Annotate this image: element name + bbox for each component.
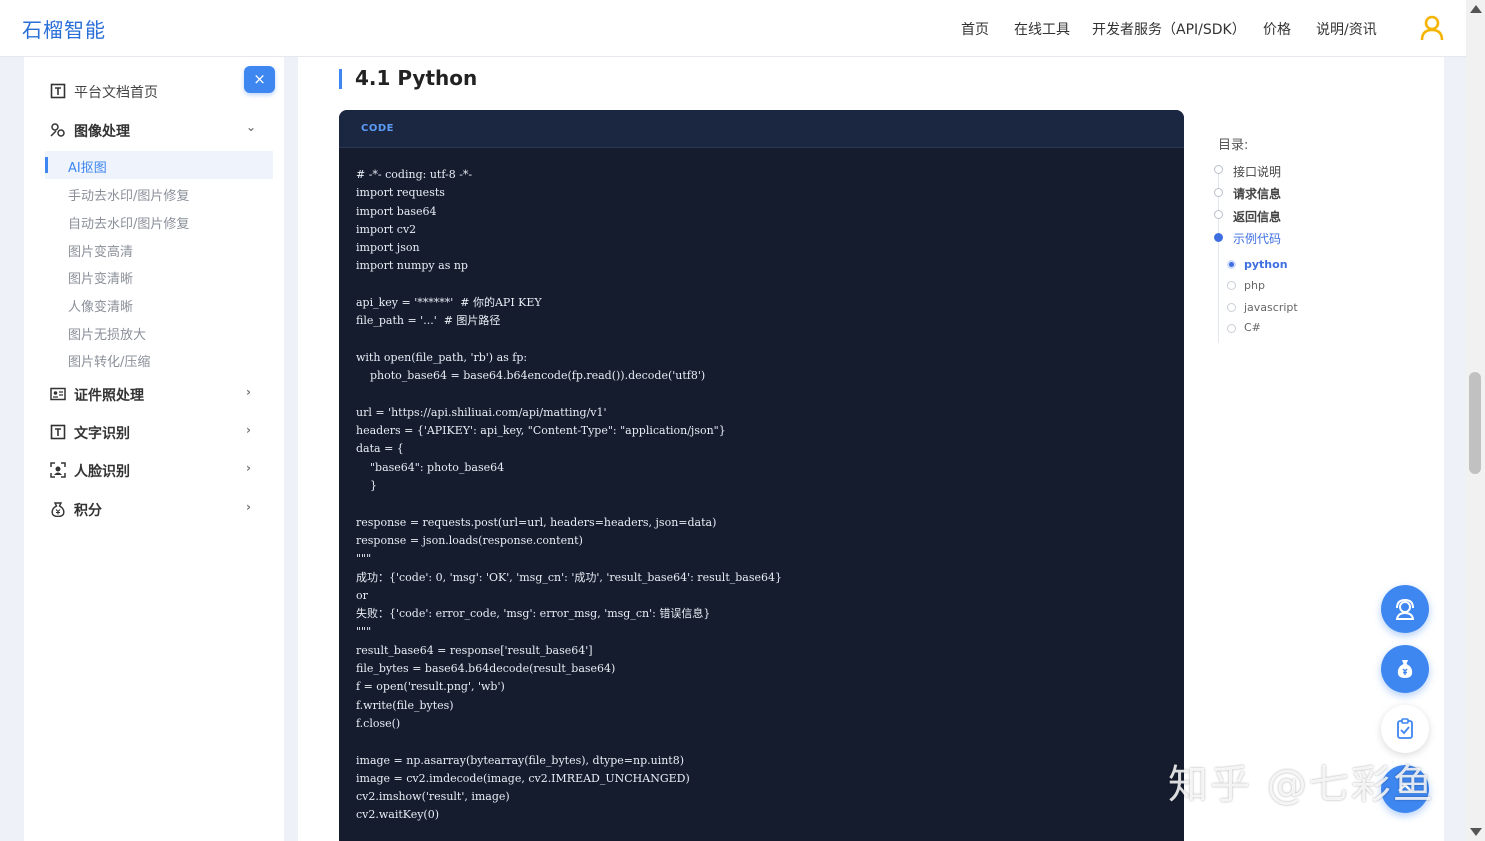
nav-developer-services[interactable]: 开发者服务（API/SDK）	[1092, 19, 1246, 39]
toc-sub-csharp[interactable]: C#	[1244, 321, 1261, 334]
section-title: 4.1 Python	[355, 66, 478, 90]
toc-title: 目录:	[1218, 138, 1249, 153]
user-icon[interactable]	[1420, 15, 1444, 41]
nav-docs-news[interactable]: 说明/资讯	[1316, 19, 1377, 39]
toc-sub-python[interactable]: python	[1244, 258, 1288, 271]
toc-item-request[interactable]: 请求信息	[1233, 185, 1281, 202]
sidebar-item-hd[interactable]: 图片变高清	[68, 241, 133, 260]
nav-home[interactable]: 首页	[961, 19, 989, 39]
sidebar-item-convert[interactable]: 图片转化/压缩	[68, 351, 150, 370]
sidebar-item-auto-watermark[interactable]: 自动去水印/图片修复	[68, 213, 189, 232]
toc-item-api-desc[interactable]: 接口说明	[1233, 163, 1281, 180]
brand-logo[interactable]: 石榴智能	[22, 14, 106, 43]
chevron-right-icon: ›	[246, 461, 251, 475]
money-bag-icon	[1397, 660, 1413, 678]
sidebar-item-sharpen[interactable]: 图片变清晰	[68, 268, 133, 287]
sidebar-item-label: 平台文档首页	[74, 85, 158, 101]
points-icon	[51, 502, 65, 517]
face-scan-icon	[50, 462, 66, 478]
watermark-text: 知乎 @七彩鱼	[1168, 762, 1435, 808]
pricing-button[interactable]	[1381, 645, 1429, 693]
close-sidebar-button[interactable]: ×	[244, 66, 275, 93]
sidebar-group-label: 证件照处理	[74, 388, 144, 404]
toc-dot-icon	[1214, 188, 1223, 197]
text-ocr-icon	[50, 424, 66, 440]
scroll-down-arrow-icon[interactable]	[1470, 828, 1482, 836]
customer-service-button[interactable]	[1381, 585, 1429, 633]
page-scrollbar[interactable]	[1466, 0, 1485, 841]
sidebar-item-portrait-sharpen[interactable]: 人像变清晰	[68, 296, 133, 315]
chevron-right-icon: ›	[246, 423, 251, 437]
doc-content: 4.1 Python CODE # -*- coding: utf-8 -*- …	[298, 57, 1444, 841]
sidebar-item-ai-matting[interactable]: AI抠图	[45, 151, 273, 179]
image-process-icon	[50, 123, 65, 137]
toc-dot-icon	[1214, 210, 1223, 219]
chevron-right-icon: ›	[246, 500, 251, 514]
sidebar-item-upscale[interactable]: 图片无损放大	[68, 324, 146, 343]
code-block-header: CODE	[339, 110, 1184, 148]
sidebar-group-label: 积分	[74, 503, 102, 519]
toc-subdot-icon	[1227, 303, 1236, 312]
sidebar-group-label: 人脸识别	[74, 464, 130, 480]
id-photo-icon	[50, 387, 66, 401]
toc-item-sample-code[interactable]: 示例代码	[1233, 230, 1281, 247]
chevron-down-icon: ⌄	[246, 120, 257, 134]
section-accent-bar	[339, 69, 342, 89]
toc-sub-php[interactable]: php	[1244, 279, 1265, 292]
nav-pricing[interactable]: 价格	[1263, 19, 1291, 39]
toc-subdot-icon	[1227, 281, 1236, 290]
toc-subdot-icon	[1227, 324, 1236, 333]
sidebar-group-label: 文字识别	[74, 426, 130, 442]
active-indicator	[45, 157, 48, 173]
docs-sidebar: × 平台文档首页 图像处理 ⌄ AI抠图 手动去水印/图片修复 自动去水印/图片…	[24, 57, 284, 841]
code-language-tag: CODE	[361, 123, 394, 134]
chevron-right-icon: ›	[246, 385, 251, 399]
toc-subdot-active-icon	[1227, 260, 1236, 269]
code-text[interactable]: # -*- coding: utf-8 -*- import requests …	[356, 166, 782, 825]
feedback-button[interactable]	[1381, 705, 1429, 753]
scroll-thumb[interactable]	[1469, 372, 1481, 474]
toc-item-response[interactable]: 返回信息	[1233, 208, 1281, 225]
sidebar-item-label: AI抠图	[68, 161, 107, 176]
customer-service-icon	[1395, 598, 1415, 620]
sidebar-group-label: 图像处理	[74, 124, 130, 140]
clipboard-check-icon	[1397, 718, 1413, 739]
top-navbar: 石榴智能 首页 在线工具 开发者服务（API/SDK） 价格 说明/资讯	[0, 0, 1466, 57]
sidebar-item-manual-watermark[interactable]: 手动去水印/图片修复	[68, 185, 189, 204]
text-doc-icon	[50, 83, 66, 99]
nav-online-tools[interactable]: 在线工具	[1014, 19, 1070, 39]
code-block: CODE # -*- coding: utf-8 -*- import requ…	[339, 110, 1184, 841]
toc-dot-active-icon	[1214, 233, 1223, 242]
toc-sub-javascript[interactable]: javascript	[1244, 301, 1298, 314]
scroll-up-arrow-icon[interactable]	[1470, 5, 1482, 13]
toc-dot-icon	[1214, 165, 1223, 174]
